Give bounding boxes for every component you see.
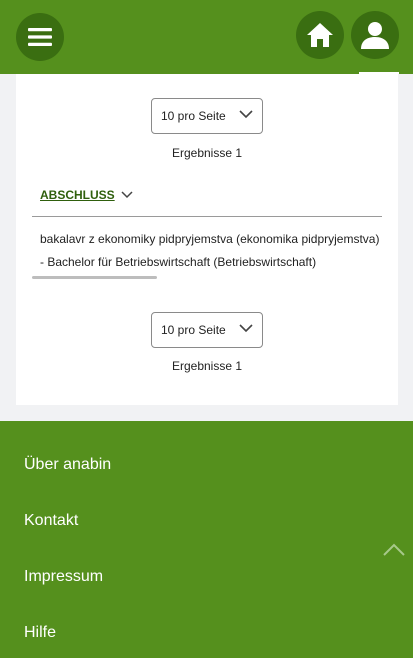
cell-line: bakalavr z ekonomiky pidpryjemstva (ekon… bbox=[40, 232, 380, 246]
column-header-label: ABSCHLUSS bbox=[40, 188, 115, 202]
home-button[interactable] bbox=[296, 11, 344, 59]
page-size-value: 10 pro Seite bbox=[161, 109, 226, 123]
footer-link-ueber-anabin[interactable]: Über anabin bbox=[24, 456, 111, 474]
menu-button[interactable] bbox=[16, 13, 64, 61]
column-divider bbox=[32, 216, 382, 217]
hamburger-menu-icon bbox=[28, 28, 52, 46]
chevron-down-icon bbox=[239, 324, 253, 333]
site-header bbox=[0, 0, 413, 74]
chevron-up-icon bbox=[383, 543, 405, 556]
cell-line: - Bachelor für Betriebswirtschaft (Betri… bbox=[40, 255, 317, 269]
horizontal-scrollbar[interactable] bbox=[32, 276, 157, 279]
footer-link-kontakt[interactable]: Kontakt bbox=[24, 512, 78, 530]
footer-link-impressum[interactable]: Impressum bbox=[24, 568, 103, 586]
scroll-to-top-button[interactable] bbox=[383, 543, 405, 561]
home-icon bbox=[307, 23, 333, 47]
results-count-top: Ergebnisse 1 bbox=[171, 146, 243, 160]
user-icon bbox=[361, 22, 389, 49]
page-size-select-bottom[interactable]: 10 pro Seite bbox=[151, 312, 263, 348]
column-header-abschluss[interactable]: ABSCHLUSS bbox=[40, 188, 133, 202]
footer-link-hilfe[interactable]: Hilfe bbox=[24, 624, 56, 642]
chevron-down-icon bbox=[121, 191, 133, 199]
user-account-button[interactable] bbox=[351, 11, 399, 59]
results-card: 10 pro Seite Ergebnisse 1 ABSCHLUSS baka… bbox=[16, 74, 398, 405]
page-size-value: 10 pro Seite bbox=[161, 323, 226, 337]
table-cell-abschluss: bakalavr z ekonomiky pidpryjemstva (ekon… bbox=[40, 228, 398, 274]
chevron-down-icon bbox=[239, 110, 253, 119]
results-count-bottom: Ergebnisse 1 bbox=[171, 359, 243, 373]
page-size-select-top[interactable]: 10 pro Seite bbox=[151, 98, 263, 134]
site-footer: Über anabin Kontakt Impressum Hilfe bbox=[0, 421, 413, 658]
